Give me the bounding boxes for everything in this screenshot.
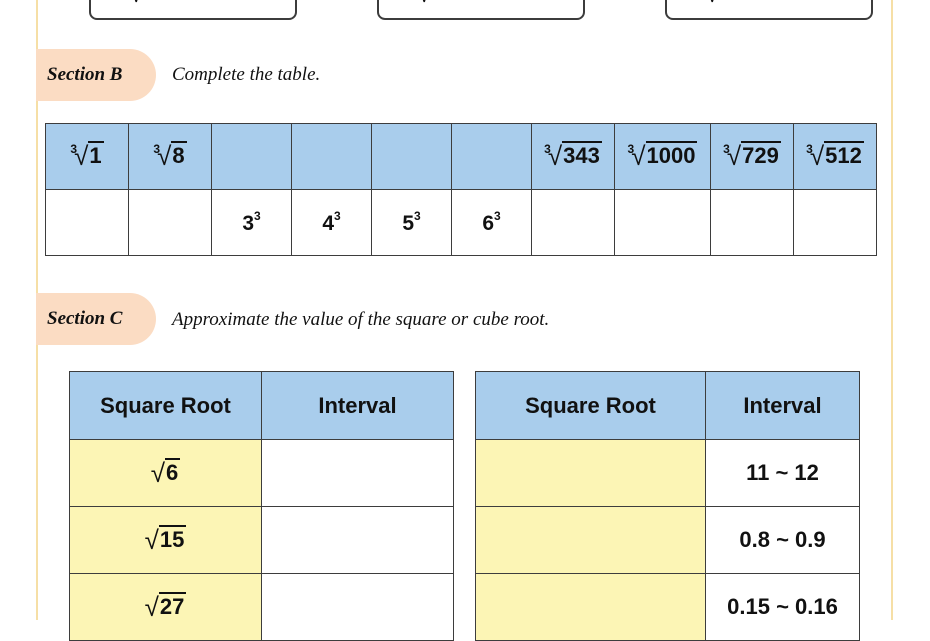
square-root-cell[interactable] bbox=[475, 506, 706, 574]
table-cell: 53 bbox=[371, 189, 452, 256]
table-cell[interactable] bbox=[710, 189, 794, 256]
table-cell: 63 bbox=[451, 189, 532, 256]
table-cell: 3 √ 8 bbox=[128, 123, 212, 190]
cube-root-expression: 3 √ 8 bbox=[153, 140, 187, 171]
page-border-right bbox=[891, 0, 893, 620]
sqrt-expression: √13 bbox=[129, 0, 143, 6]
column-header: Square Root bbox=[475, 371, 706, 440]
table-cell[interactable] bbox=[793, 189, 877, 256]
table-row: √ 27 bbox=[69, 573, 454, 641]
table-cell: 3 √ 1 bbox=[45, 123, 129, 190]
power-expression: 43 bbox=[322, 208, 341, 235]
answer-box-3[interactable]: √99 bbox=[665, 0, 873, 20]
square-root-expression: √ 27 bbox=[144, 591, 187, 622]
table-cell: 33 bbox=[211, 189, 292, 256]
table-cell[interactable] bbox=[128, 189, 212, 256]
power-expression: 33 bbox=[242, 208, 261, 235]
column-header: Interval bbox=[261, 371, 454, 440]
table-cell[interactable] bbox=[451, 123, 532, 190]
cube-root-expression: 3 √ 1 bbox=[70, 140, 104, 171]
square-root-expression: √ 6 bbox=[150, 457, 181, 488]
square-root-expression: √ 15 bbox=[144, 524, 187, 555]
interval-cell: 11 ~ 12 bbox=[705, 439, 860, 507]
table-cell[interactable] bbox=[291, 123, 372, 190]
table-cell[interactable] bbox=[614, 189, 711, 256]
table-cell[interactable] bbox=[211, 123, 292, 190]
section-c-tab: Section C bbox=[36, 293, 156, 345]
square-root-table-left: Square Root Interval √ 6 √ 15 √ 27 bbox=[69, 371, 454, 641]
interval-cell[interactable] bbox=[261, 439, 454, 507]
table-row-head: 3 √ 1 3 √ 8 3 √ 343 3 √ 1000 3 √ 729 3 √ 512 bbox=[45, 123, 877, 190]
square-root-cell[interactable] bbox=[475, 573, 706, 641]
table-row: √ 15 bbox=[69, 506, 454, 574]
table-row: 0.15 ~ 0.16 bbox=[475, 573, 860, 641]
interval-cell: 0.8 ~ 0.9 bbox=[705, 506, 860, 574]
answer-box-1[interactable]: √13 bbox=[89, 0, 297, 20]
cube-root-expression: 3 √ 512 bbox=[806, 140, 864, 171]
table-cell: 3 √ 1000 bbox=[614, 123, 711, 190]
table-row: √ 6 bbox=[69, 439, 454, 507]
section-b-tab: Section B bbox=[36, 49, 156, 101]
cube-root-expression: 3 √ 1000 bbox=[627, 140, 698, 171]
section-b-instruction: Complete the table. bbox=[172, 64, 321, 85]
square-root-cell: √ 15 bbox=[69, 506, 262, 574]
interval-cell[interactable] bbox=[261, 506, 454, 574]
table-cell: 43 bbox=[291, 189, 372, 256]
table-cell: 3 √ 729 bbox=[710, 123, 794, 190]
square-root-cell: √ 6 bbox=[69, 439, 262, 507]
power-expression: 63 bbox=[482, 208, 501, 235]
section-c-instruction: Approximate the value of the square or c… bbox=[172, 309, 550, 330]
square-root-cell: √ 27 bbox=[69, 573, 262, 641]
table-row: 0.8 ~ 0.9 bbox=[475, 506, 860, 574]
table-cell[interactable] bbox=[371, 123, 452, 190]
column-header: Interval bbox=[705, 371, 860, 440]
cube-root-expression: 3 √ 729 bbox=[723, 140, 781, 171]
square-root-cell[interactable] bbox=[475, 439, 706, 507]
cube-root-table: 3 √ 1 3 √ 8 3 √ 343 3 √ 1000 3 √ 729 3 √ 512 33 43 53 63 bbox=[45, 123, 877, 256]
power-expression: 53 bbox=[402, 208, 421, 235]
table-cell[interactable] bbox=[531, 189, 615, 256]
sqrt-expression: √110 bbox=[417, 0, 431, 6]
sqrt-expression: √99 bbox=[705, 0, 719, 6]
interval-cell: 0.15 ~ 0.16 bbox=[705, 573, 860, 641]
table-row-body: 33 43 53 63 bbox=[45, 189, 877, 256]
column-header: Square Root bbox=[69, 371, 262, 440]
answer-box-2[interactable]: √110 bbox=[377, 0, 585, 20]
table-cell: 3 √ 512 bbox=[793, 123, 877, 190]
cube-root-expression: 3 √ 343 bbox=[544, 140, 602, 171]
square-root-table-right: Square Root Interval 11 ~ 12 0.8 ~ 0.9 0.1… bbox=[475, 371, 860, 641]
table-row: 11 ~ 12 bbox=[475, 439, 860, 507]
table-cell: 3 √ 343 bbox=[531, 123, 615, 190]
table-cell[interactable] bbox=[45, 189, 129, 256]
interval-cell[interactable] bbox=[261, 573, 454, 641]
